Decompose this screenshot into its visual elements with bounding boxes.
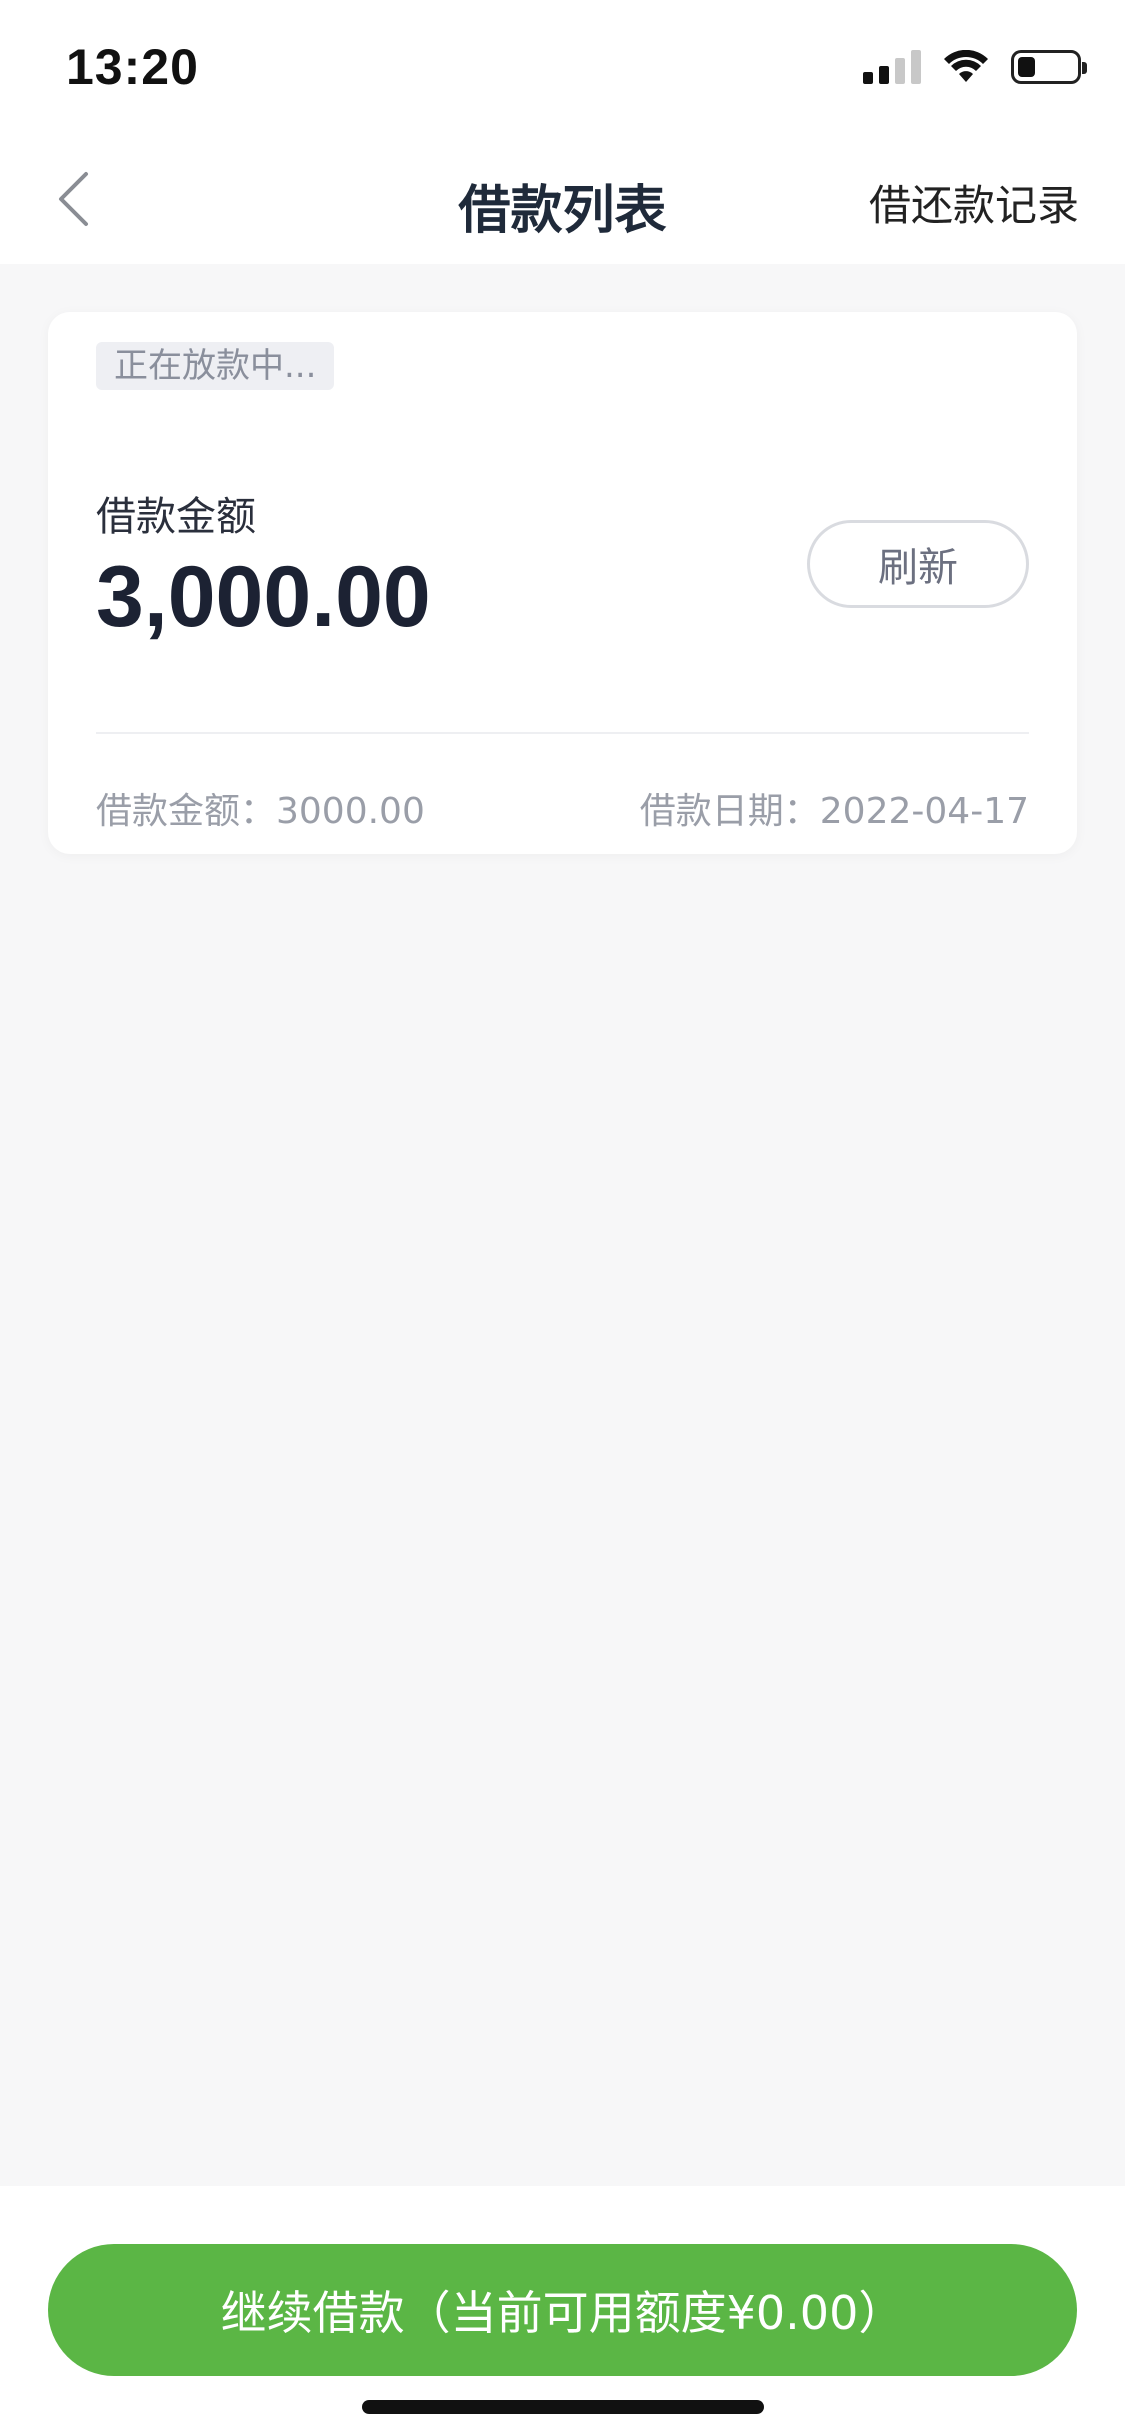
- loan-detail-amount: 借款金额：3000.00: [96, 791, 425, 832]
- bottom-bar: 继续借款（当前可用额度¥0.00）: [0, 2186, 1125, 2436]
- loan-records-link[interactable]: 借还款记录: [869, 172, 1079, 233]
- status-badge: 正在放款中...: [96, 342, 335, 390]
- card-divider: [96, 732, 1029, 734]
- status-bar: 13:20: [0, 0, 1125, 132]
- nav-bar: 借款列表 借还款记录: [0, 132, 1125, 264]
- status-time: 13:20: [66, 39, 199, 95]
- amount-label: 借款金额: [96, 494, 256, 540]
- signal-icon: [863, 50, 921, 84]
- home-indicator: [362, 2400, 764, 2414]
- loan-card: 正在放款中... 借款金额 3,000.00 刷新 借款金额：3000.00 借…: [48, 312, 1077, 854]
- continue-loan-button[interactable]: 继续借款（当前可用额度¥0.00）: [48, 2244, 1077, 2376]
- amount-value: 3,000.00: [96, 549, 431, 645]
- refresh-button[interactable]: 刷新: [807, 520, 1029, 608]
- loan-detail-date: 借款日期：2022-04-17: [639, 791, 1029, 832]
- battery-level: [1018, 57, 1035, 77]
- wifi-icon: [944, 50, 988, 82]
- battery-icon: [1011, 50, 1087, 84]
- status-icons: [863, 50, 1087, 84]
